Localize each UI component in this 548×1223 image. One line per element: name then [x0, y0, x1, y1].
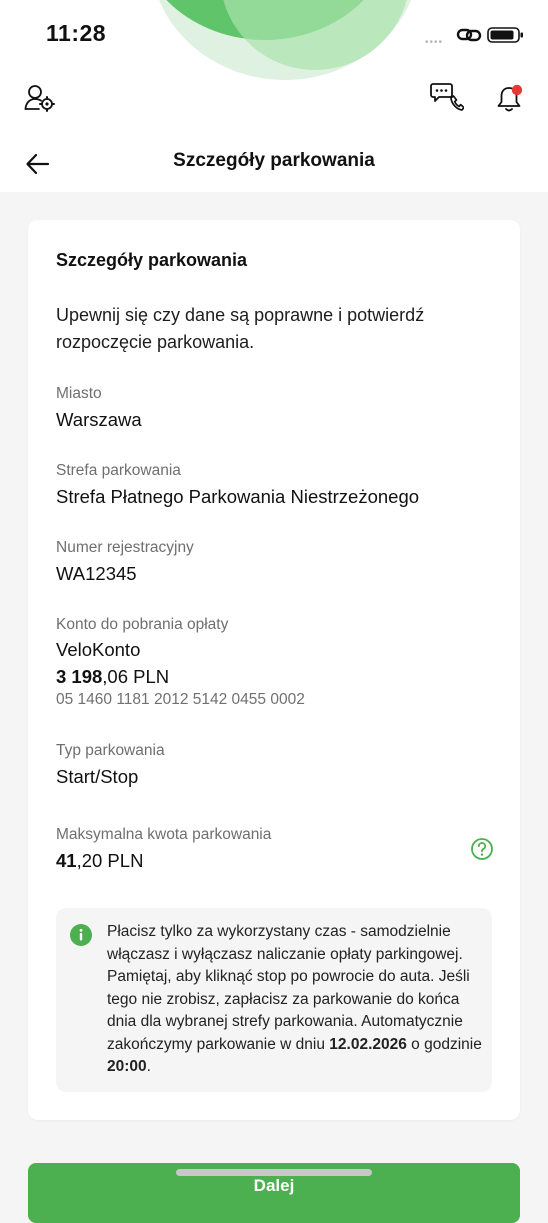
account-number: 05 1460 1181 2012 5142 0455 0002 [56, 691, 305, 708]
type-label: Typ parkowania [56, 742, 165, 759]
account-balance: 3 198,06 PLN [56, 666, 169, 688]
intro-text: Upewnij się czy dane są poprawne i potwi… [56, 305, 425, 352]
info-end-hour: 20:00 [107, 1058, 147, 1075]
card-title: Szczegóły parkowania [56, 250, 248, 270]
notification-dot [511, 84, 523, 96]
info-text-end: . [146, 1058, 151, 1075]
info-box: Płacisz tylko za wykorzystany czas - sam… [56, 908, 492, 1092]
max-amount-value: 41,20 PLN [56, 850, 143, 872]
max-amount-fraction: ,20 PLN [76, 850, 144, 871]
max-amount-integer: 41 [56, 850, 77, 871]
page-title: Szczegóły parkowania [173, 150, 375, 171]
info-text-connector: o godzinie [406, 1035, 482, 1053]
info-icon [70, 924, 92, 946]
plate-value: WA12345 [56, 563, 137, 584]
info-text-main: Płacisz tylko za wykorzystany czas - sam… [107, 923, 470, 1053]
max-amount-label: Maksymalna kwota parkowania [56, 826, 272, 843]
account-label: Konto do pobrania opłaty [56, 616, 229, 633]
parking-details-card: Szczegóły parkowania Upewnij się czy dan… [28, 220, 520, 1120]
home-indicator [176, 1169, 372, 1176]
signal-icon: •••• [425, 37, 444, 48]
city-value: Warszawa [56, 409, 142, 430]
top-bar: 11:28 •••• Szczegóły parkowania [0, 0, 548, 192]
zone-label: Strefa parkowania [56, 462, 181, 479]
type-value: Start/Stop [56, 766, 139, 787]
help-icon[interactable] [470, 837, 494, 861]
user-settings-icon[interactable] [24, 84, 56, 112]
status-time: 11:28 [46, 20, 107, 46]
info-end-date: 12.02.2026 [329, 1035, 407, 1053]
bell-icon[interactable] [494, 82, 526, 114]
balance-integer: 3 198 [56, 666, 103, 687]
battery-icon [487, 27, 523, 43]
link-icon [456, 28, 482, 42]
plate-label: Numer rejestracyjny [56, 539, 194, 556]
zone-value: Strefa Płatnego Parkowania Niestrzeżoneg… [56, 486, 420, 507]
chat-phone-icon[interactable] [430, 81, 464, 113]
info-text: Płacisz tylko za wykorzystany czas - sam… [107, 921, 482, 1079]
city-label: Miasto [56, 385, 102, 402]
account-name: VeloKonto [56, 639, 141, 660]
balance-fraction: ,06 PLN [102, 666, 170, 687]
